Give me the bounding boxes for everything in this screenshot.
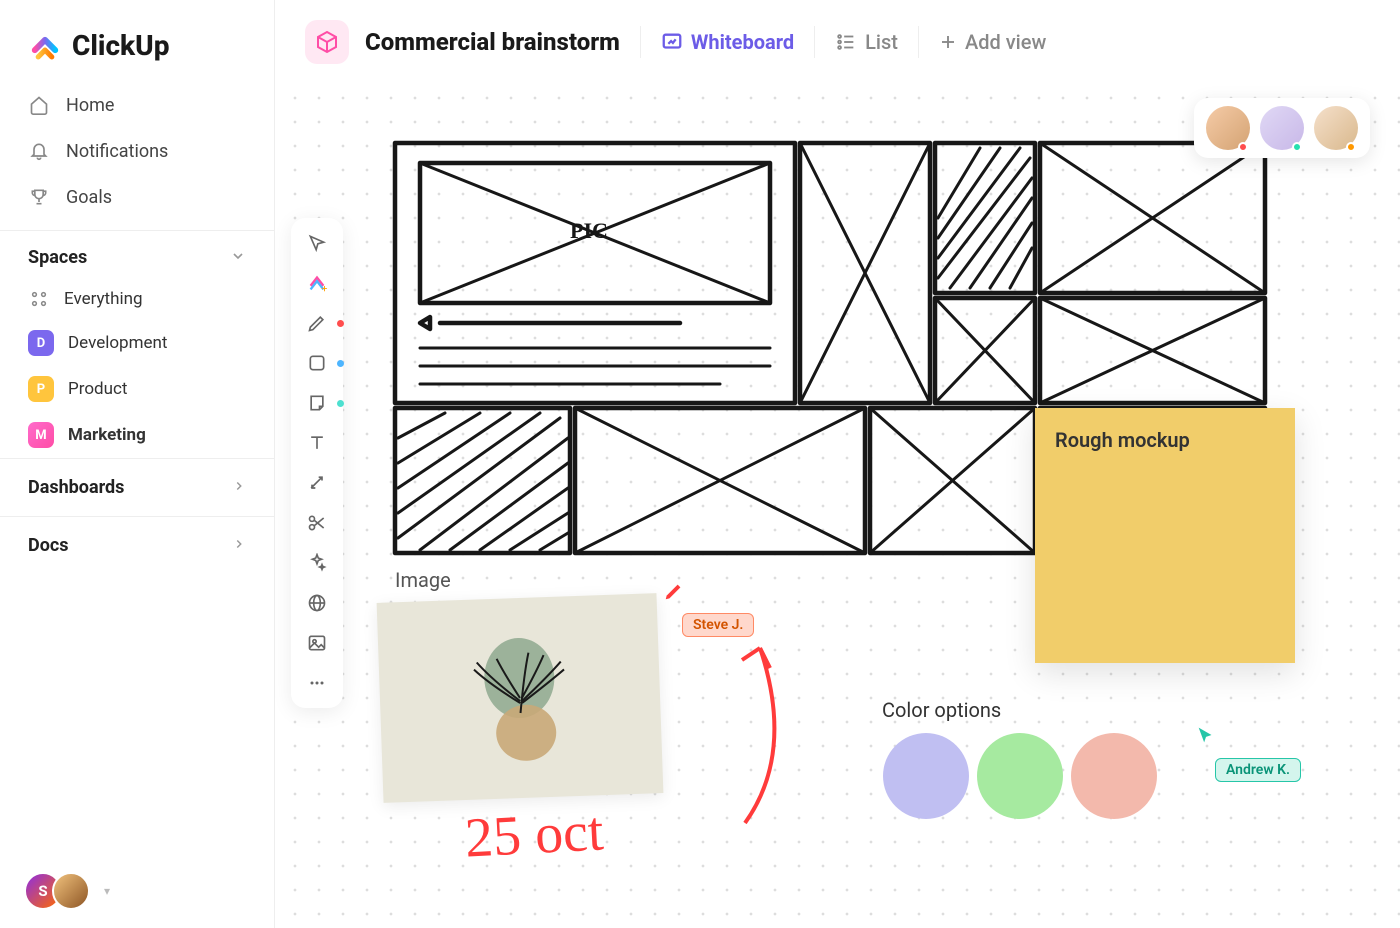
space-everything[interactable]: Everything: [20, 278, 254, 320]
nav-goals-label: Goals: [66, 187, 112, 208]
swatch-coral[interactable]: [1071, 733, 1157, 819]
view-list[interactable]: List: [835, 30, 898, 54]
grid-icon: [28, 288, 50, 310]
user-avatar-photo: [52, 872, 90, 910]
nav-notifications-label: Notifications: [66, 141, 168, 162]
whiteboard-canvas[interactable]: +: [275, 78, 1400, 928]
tool-pen[interactable]: [306, 312, 328, 334]
tool-cursor[interactable]: [306, 232, 328, 254]
space-development[interactable]: D Development: [20, 320, 254, 366]
date-annotation[interactable]: 25 oct: [463, 799, 605, 870]
tool-connector[interactable]: [306, 472, 328, 494]
project-title: Commercial brainstorm: [365, 28, 620, 56]
add-view-label: Add view: [965, 30, 1046, 54]
cursor-andrew-icon: [1195, 724, 1217, 746]
space-everything-label: Everything: [64, 289, 143, 309]
view-list-label: List: [865, 30, 898, 54]
image-label: Image: [395, 568, 451, 592]
space-product[interactable]: P Product: [20, 366, 254, 412]
presence-avatar-1[interactable]: [1206, 106, 1250, 150]
space-development-label: Development: [68, 333, 167, 353]
tool-add-element[interactable]: +: [306, 272, 328, 294]
tool-text[interactable]: [306, 432, 328, 454]
view-whiteboard[interactable]: Whiteboard: [661, 30, 794, 54]
swatch-green[interactable]: [977, 733, 1063, 819]
add-view-button[interactable]: Add view: [939, 30, 1046, 54]
sticky-note-text: Rough mockup: [1055, 428, 1190, 452]
home-icon: [28, 94, 50, 116]
project-icon[interactable]: [305, 20, 349, 64]
space-product-label: Product: [68, 379, 127, 399]
swatch-lavender[interactable]: [883, 733, 969, 819]
space-badge-m: M: [28, 422, 54, 448]
nav-notifications[interactable]: Notifications: [20, 128, 254, 174]
topbar: Commercial brainstorm Whiteboard List Ad…: [275, 0, 1400, 85]
plus-icon: [939, 33, 957, 51]
space-marketing[interactable]: M Marketing: [20, 412, 254, 458]
tool-more[interactable]: [306, 672, 328, 694]
section-docs[interactable]: Docs: [0, 516, 274, 574]
sticky-note[interactable]: Rough mockup: [1035, 408, 1295, 663]
tool-sticky[interactable]: [306, 392, 328, 414]
cursor-tag-andrew: Andrew K.: [1215, 758, 1301, 782]
nav-home[interactable]: Home: [20, 82, 254, 128]
nav-goals[interactable]: Goals: [20, 174, 254, 220]
cursor-tag-steve: Steve J.: [682, 613, 754, 637]
clickup-logo-icon: [28, 28, 62, 62]
list-icon: [835, 31, 857, 53]
spaces-title: Spaces: [28, 247, 87, 268]
spaces-header[interactable]: Spaces: [0, 230, 274, 278]
tool-image[interactable]: [306, 632, 328, 654]
svg-text:+: +: [322, 284, 328, 294]
tool-shape[interactable]: [306, 352, 328, 374]
chevron-right-icon: [232, 535, 246, 556]
bell-icon: [28, 140, 50, 162]
chevron-down-icon: [230, 248, 246, 268]
trophy-icon: [28, 186, 50, 208]
separator: [640, 26, 641, 58]
presence-avatar-3[interactable]: [1314, 106, 1358, 150]
separator: [814, 26, 815, 58]
color-swatches[interactable]: [883, 733, 1157, 819]
nav-home-label: Home: [66, 95, 114, 116]
image-content: [447, 621, 592, 776]
cursor-steve-icon: [663, 580, 685, 602]
user-menu[interactable]: S ▾: [24, 872, 110, 910]
color-options-label: Color options: [882, 698, 1001, 722]
chevron-right-icon: [232, 477, 246, 498]
brand-logo[interactable]: ClickUp: [0, 0, 274, 82]
presence-bar[interactable]: [1194, 98, 1370, 158]
arrow-annotation[interactable]: [705, 633, 805, 833]
view-whiteboard-label: Whiteboard: [691, 30, 794, 54]
sketch-label: PIC: [570, 218, 608, 243]
docs-label: Docs: [28, 535, 68, 556]
sidebar: ClickUp Home Notifications Goals: [0, 0, 275, 928]
space-badge-p: P: [28, 376, 54, 402]
space-marketing-label: Marketing: [68, 425, 146, 445]
tool-scissors[interactable]: [306, 512, 328, 534]
tool-ai[interactable]: [306, 552, 328, 574]
dashboards-label: Dashboards: [28, 477, 124, 498]
separator: [918, 26, 919, 58]
section-dashboards[interactable]: Dashboards: [0, 458, 274, 516]
whiteboard-icon: [661, 31, 683, 53]
caret-down-icon: ▾: [104, 884, 110, 898]
whiteboard-toolbar: +: [291, 218, 343, 708]
tool-web[interactable]: [306, 592, 328, 614]
brand-name: ClickUp: [72, 29, 169, 62]
image-card[interactable]: [377, 593, 664, 803]
main-area: Commercial brainstorm Whiteboard List Ad…: [275, 0, 1400, 928]
presence-avatar-2[interactable]: [1260, 106, 1304, 150]
space-badge-d: D: [28, 330, 54, 356]
